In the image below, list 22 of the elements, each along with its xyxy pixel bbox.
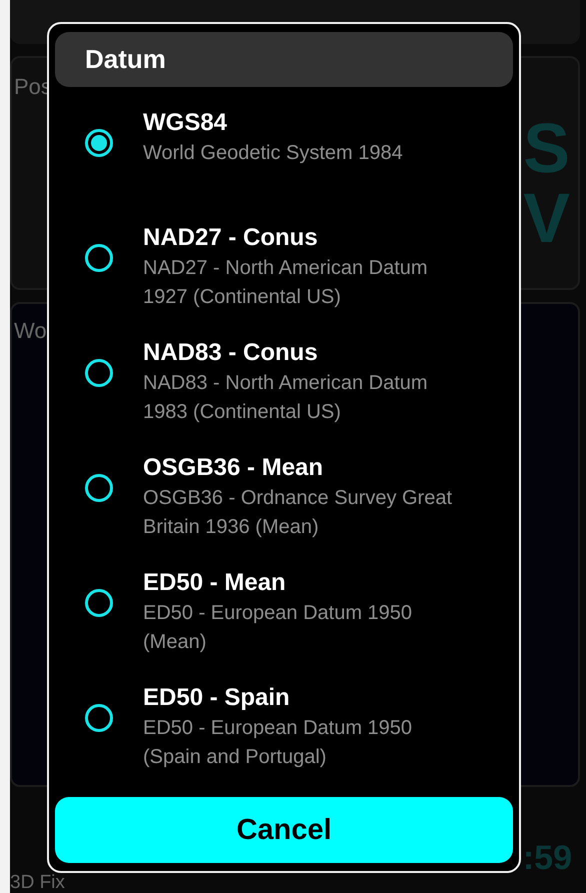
cancel-button[interactable]: Cancel bbox=[55, 797, 513, 863]
option-description: ED50 - European Datum 1950 (Spain and Portugal) bbox=[143, 716, 414, 770]
option-description: NAD83 - North American Datum 1983 (Continental US) bbox=[143, 371, 429, 426]
option-name: OSGB36 - Mean bbox=[143, 453, 324, 484]
option-name: NAD83 - Conus bbox=[143, 338, 319, 368]
radio-button[interactable] bbox=[85, 589, 113, 618]
dialog-title: Datum bbox=[85, 44, 166, 76]
radio-button[interactable] bbox=[85, 359, 113, 388]
card-label: Wo bbox=[14, 318, 47, 345]
radio-button[interactable] bbox=[85, 129, 113, 158]
option-description: OSGB36 - Ordnance Survey Great Britain 1936 (Mean) bbox=[143, 486, 454, 540]
option-name: WGS84 bbox=[143, 108, 228, 138]
radio-button[interactable] bbox=[85, 704, 113, 732]
option-name: NAD27 - Conus bbox=[143, 223, 319, 254]
radio-button[interactable] bbox=[85, 474, 113, 502]
option-description: NAD27 - North American Datum 1927 (Continental US) bbox=[143, 256, 429, 310]
fix-label: 3D Fix bbox=[10, 873, 65, 892]
option-name: ED50 - Mean bbox=[143, 568, 287, 598]
radio-button[interactable] bbox=[85, 244, 113, 272]
option-description: World Geodetic System 1984 bbox=[143, 141, 404, 166]
option-description: ED50 - European Datum 1950 (Mean) bbox=[143, 601, 414, 656]
option-name: ED50 - Spain bbox=[143, 683, 291, 714]
